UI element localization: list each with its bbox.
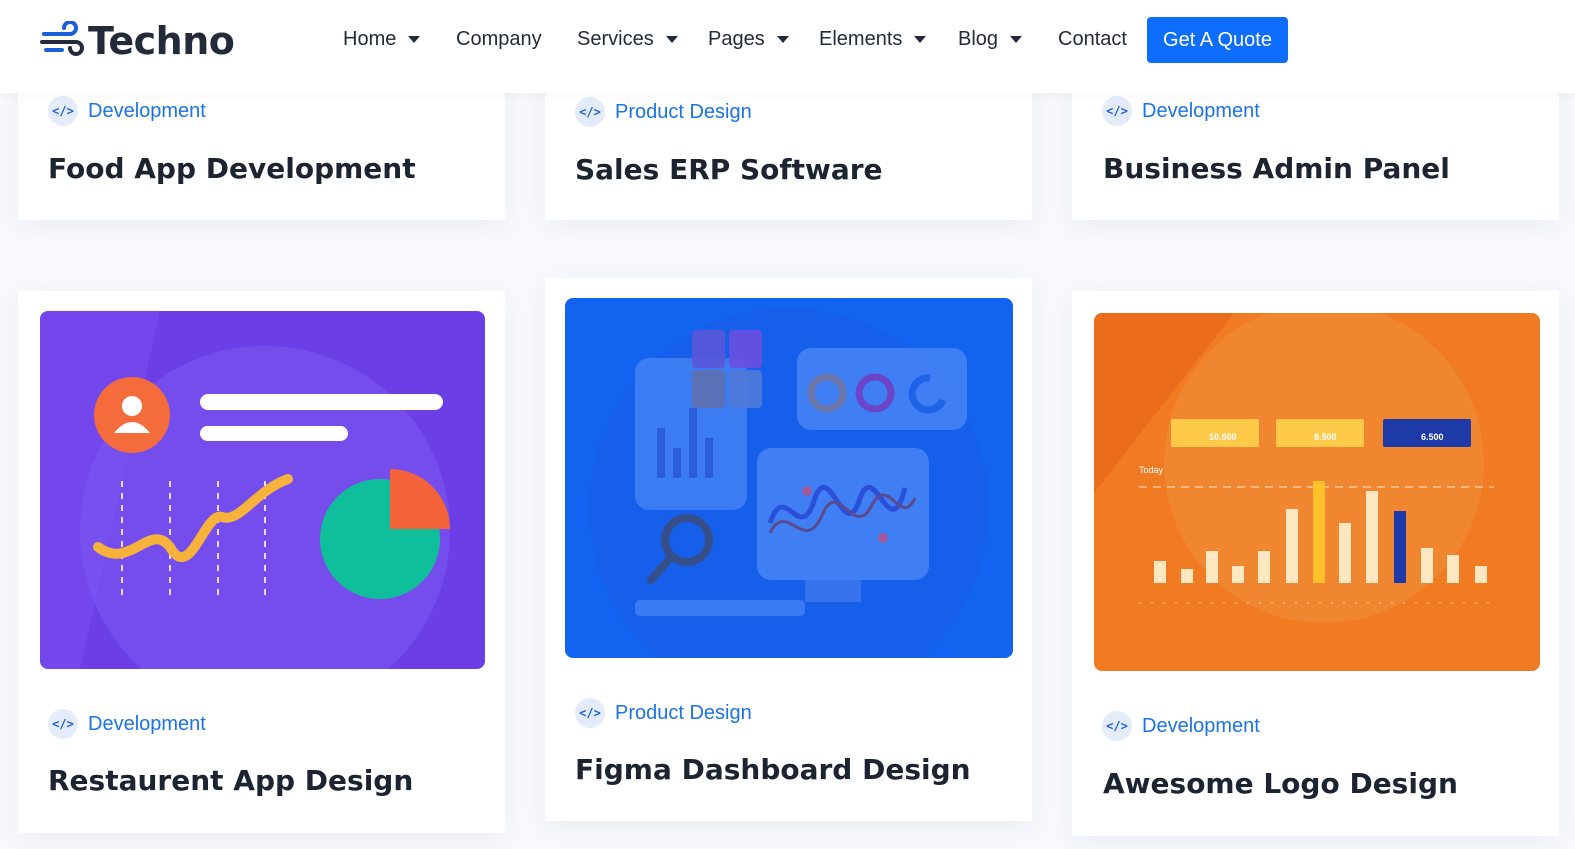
caret-down-icon xyxy=(1010,36,1023,43)
category-label: Development xyxy=(1142,99,1260,122)
bar-dashboard-illustration: 10.500 8.500 6.500 Today xyxy=(1094,313,1540,671)
nav-services[interactable]: Services xyxy=(577,28,678,51)
wind-icon xyxy=(40,21,84,56)
project-image[interactable] xyxy=(565,298,1013,658)
get-a-quote-button[interactable]: Get A Quote xyxy=(1147,17,1288,63)
category-tag[interactable]: </> Product Design xyxy=(575,698,752,728)
nav-home[interactable]: Home xyxy=(343,28,421,51)
nav-label: Contact xyxy=(1058,28,1127,50)
caret-down-icon xyxy=(665,36,678,43)
category-tag[interactable]: </> Development xyxy=(1102,96,1260,126)
project-title[interactable]: Food App Development xyxy=(48,152,416,185)
logo[interactable]: Techno xyxy=(40,18,235,64)
code-icon: </> xyxy=(1102,96,1132,126)
category-label: Development xyxy=(88,99,206,122)
nav-label: Pages xyxy=(708,28,765,50)
code-icon: </> xyxy=(575,698,605,728)
project-title[interactable]: Sales ERP Software xyxy=(575,153,883,186)
category-tag[interactable]: </> Development xyxy=(48,709,206,739)
project-title[interactable]: Restaurent App Design xyxy=(48,764,413,797)
nav-label: Services xyxy=(577,28,654,50)
project-title[interactable]: Awesome Logo Design xyxy=(1103,767,1458,800)
site-header: Techno Home Company Services Pages Eleme… xyxy=(0,0,1575,93)
stat-value: 10.500 xyxy=(1209,432,1237,442)
code-icon: </> xyxy=(48,709,78,739)
stat-value: 8.500 xyxy=(1314,432,1337,442)
nav-elements[interactable]: Elements xyxy=(819,28,927,51)
nav-blog[interactable]: Blog xyxy=(958,28,1023,51)
nav-label: Blog xyxy=(958,28,999,50)
nav-label: Home xyxy=(343,28,397,50)
code-icon: </> xyxy=(48,96,78,126)
caret-down-icon xyxy=(914,36,927,43)
caret-down-icon xyxy=(776,36,789,43)
category-tag[interactable]: </> Development xyxy=(48,96,206,126)
category-label: Product Design xyxy=(615,100,752,123)
project-title[interactable]: Figma Dashboard Design xyxy=(575,753,971,786)
category-tag[interactable]: </> Product Design xyxy=(575,97,752,127)
project-card[interactable]: 10.500 8.500 6.500 Today </> Development… xyxy=(1072,291,1559,836)
caret-down-icon xyxy=(408,36,421,43)
project-title[interactable]: Business Admin Panel xyxy=(1103,152,1450,185)
nav-pages[interactable]: Pages xyxy=(708,28,789,51)
project-card[interactable]: </> Development Restaurent App Design xyxy=(18,291,505,833)
nav-label: Elements xyxy=(819,28,903,50)
chart-label: Today xyxy=(1139,465,1164,475)
category-tag[interactable]: </> Development xyxy=(1102,711,1260,741)
nav-contact[interactable]: Contact xyxy=(1058,28,1127,51)
brand-name: Techno xyxy=(88,19,235,63)
category-label: Development xyxy=(88,712,206,735)
analytics-illustration xyxy=(40,311,485,669)
code-icon: </> xyxy=(1102,711,1132,741)
project-image[interactable]: 10.500 8.500 6.500 Today xyxy=(1094,313,1540,671)
nav-label: Company xyxy=(456,28,542,50)
project-image[interactable] xyxy=(40,311,485,669)
project-card[interactable]: </> Product Design Figma Dashboard Desig… xyxy=(545,278,1032,821)
code-icon: </> xyxy=(575,97,605,127)
category-label: Development xyxy=(1142,714,1260,737)
stat-value: 6.500 xyxy=(1421,432,1444,442)
dashboard-illustration xyxy=(565,298,1013,658)
nav-company[interactable]: Company xyxy=(456,28,542,51)
category-label: Product Design xyxy=(615,701,752,724)
